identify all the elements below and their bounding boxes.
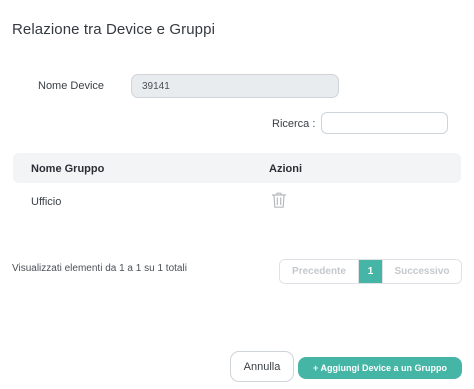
add-device-to-group-button[interactable]: + Aggiungi Device a un Gruppo [298,357,462,379]
search-input[interactable] [321,112,448,134]
search-label: Ricerca : [272,118,316,130]
delete-button[interactable] [271,191,287,209]
column-header-actions: Azioni [269,163,302,175]
trash-icon [271,192,287,208]
pagination-page-1[interactable]: 1 [359,260,382,283]
modal-title: Relazione tra Device e Gruppi [12,21,215,38]
pagination: Precedente 1 Successivo [279,259,462,284]
pagination-next-button[interactable]: Successivo [382,260,461,283]
table-row: Ufficio [13,187,461,215]
device-name-label: Nome Device [38,80,105,92]
pagination-info: Visualizzati elementi da 1 a 1 su 1 tota… [12,263,187,274]
group-name-cell: Ufficio [31,196,62,208]
table-header: Nome Gruppo Azioni [13,153,461,183]
column-header-group-name[interactable]: Nome Gruppo [31,163,104,175]
pagination-prev-button[interactable]: Precedente [280,260,359,283]
device-name-input[interactable] [131,74,339,98]
cancel-button[interactable]: Annulla [230,351,294,382]
